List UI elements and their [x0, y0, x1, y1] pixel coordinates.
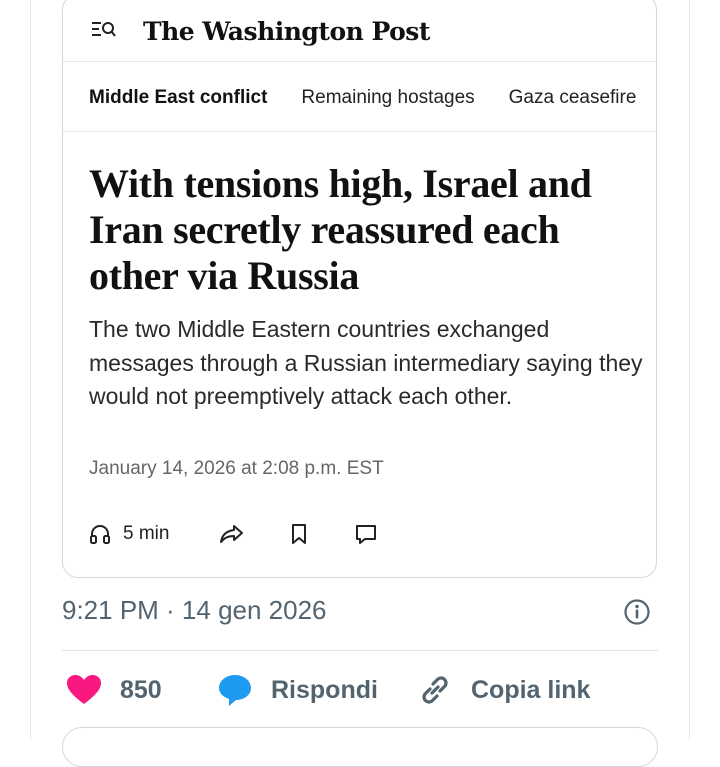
nav-tab-remaining-hostages[interactable]: Remaining hostages	[301, 87, 474, 108]
reply-label: Rispondi	[271, 675, 378, 704]
nav-tab-gaza-ceasefire[interactable]: Gaza ceasefire	[509, 87, 637, 108]
like-count: 850	[120, 675, 162, 704]
share-arrow-icon	[220, 525, 243, 543]
comment-icon	[356, 525, 376, 544]
publisher-logo: The Washington Post	[143, 17, 430, 46]
section-nav: Middle East conflict Remaining hostages Ga…	[89, 87, 656, 109]
copy-link-label: Copia link	[471, 675, 591, 704]
reply-button[interactable]: Rispondi	[217, 670, 378, 710]
reply-bubble-icon	[219, 675, 251, 706]
article-timestamp: January 14, 2026 at 2:08 p.m. EST	[89, 458, 384, 479]
copy-link-button[interactable]: Copia link	[417, 670, 590, 710]
menu-search-icon[interactable]	[91, 19, 117, 41]
bookmark-icon	[292, 524, 306, 544]
article-card[interactable]: The Washington Post Middle East conflict…	[62, 0, 657, 578]
article-actions: 5 min	[89, 519, 489, 549]
nav-bottom-divider	[63, 131, 656, 132]
tweet-timestamp[interactable]: 9:21 PM · 14 gen 2026	[62, 595, 327, 626]
listen-button[interactable]: 5 min	[89, 519, 169, 549]
listen-duration: 5 min	[123, 523, 170, 544]
bookmark-button[interactable]	[289, 519, 309, 549]
comment-button[interactable]	[355, 519, 377, 549]
info-icon[interactable]	[623, 598, 651, 626]
like-button[interactable]: 850	[66, 670, 162, 710]
article-summary: The two Middle Eastern countries exchang…	[89, 316, 643, 409]
nav-top-divider	[63, 61, 656, 62]
reply-composer[interactable]	[62, 727, 658, 767]
publisher-header: The Washington Post	[63, 1, 656, 57]
heart-icon	[67, 675, 101, 704]
nav-tab-middle-east-conflict[interactable]: Middle East conflict	[89, 87, 267, 108]
headphones-icon	[90, 525, 110, 544]
link-icon	[422, 676, 448, 704]
article-headline[interactable]: With tensions high, Israel and Iran secr…	[89, 161, 639, 299]
share-button[interactable]	[219, 519, 245, 549]
engagement-divider	[62, 650, 658, 651]
engagement-bar: 850 Rispondi Copia link	[62, 670, 658, 710]
